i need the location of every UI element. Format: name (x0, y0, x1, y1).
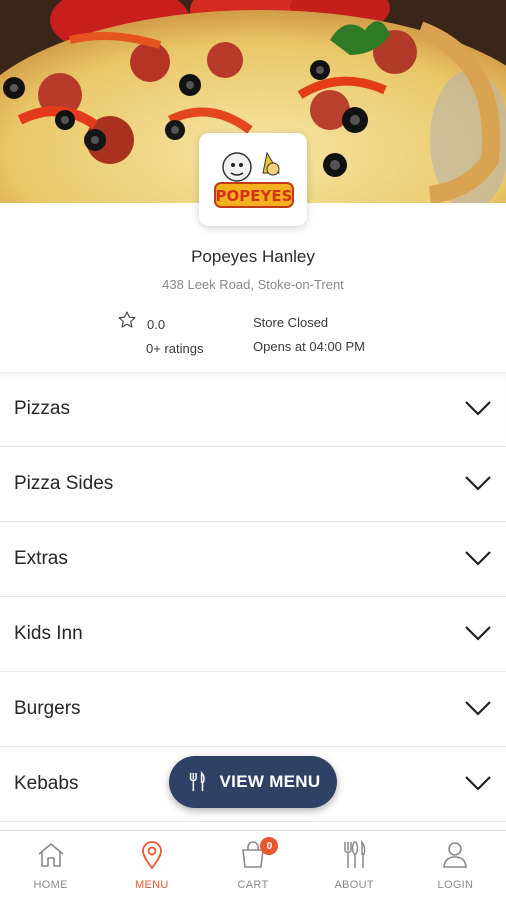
store-name: Popeyes Hanley (191, 247, 315, 266)
svg-text:POPEYES: POPEYES (216, 187, 293, 205)
nav-about[interactable]: ABOUT (304, 831, 405, 900)
nav-menu[interactable]: MENU (101, 831, 202, 900)
cart-badge: 0 (260, 837, 279, 855)
chevron-down-icon (465, 626, 491, 641)
category-row-burgers[interactable]: Burgers (0, 672, 506, 747)
category-label: Extras (14, 548, 68, 569)
store-opening-time: Opens at 04:00 PM (253, 339, 366, 354)
home-icon (38, 843, 64, 867)
chevron-down-icon (465, 551, 491, 566)
fork-knife-icon (189, 771, 205, 792)
category-row-kids-inn[interactable]: Kids Inn (0, 597, 506, 672)
location-pin-icon (141, 841, 162, 870)
category-label: Kebabs (14, 773, 79, 794)
category-row-pizzas[interactable]: Pizzas (0, 372, 506, 447)
star-icon (118, 311, 136, 328)
bottom-nav: HOME MENU 0 CART ABOUT LOGIN (0, 830, 506, 900)
nav-home[interactable]: HOME (0, 831, 101, 900)
chevron-down-icon (465, 701, 491, 716)
nav-label: HOME (33, 879, 68, 891)
category-label: Burgers (14, 698, 81, 719)
nav-label: CART (237, 879, 269, 891)
user-icon (443, 842, 468, 868)
rating-count: 0+ ratings (146, 341, 204, 356)
category-row-pizza-sides[interactable]: Pizza Sides (0, 447, 506, 522)
category-label: Pizzas (14, 398, 70, 419)
category-label: Kids Inn (14, 623, 83, 644)
rating-block: 0.0 0+ ratings (117, 310, 247, 360)
nav-cart[interactable]: 0 CART (202, 831, 303, 900)
category-row-extras[interactable]: Extras (0, 522, 506, 597)
nav-label: MENU (135, 879, 169, 891)
chevron-down-icon (465, 776, 491, 791)
view-menu-label: VIEW MENU (219, 772, 321, 791)
cutlery-icon (344, 839, 366, 868)
popeyes-logo-icon: POPEYES (214, 151, 294, 208)
store-status: Store Closed (253, 315, 329, 330)
chevron-down-icon (465, 401, 491, 416)
category-list: Pizzas Pizza Sides Extras Kids Inn Burge… (0, 372, 506, 822)
store-status-block: Store Closed Opens at 04:00 PM (253, 315, 423, 354)
nav-label: LOGIN (437, 879, 474, 891)
rating-value: 0.0 (147, 317, 166, 332)
nav-login[interactable]: LOGIN (405, 831, 506, 900)
store-address: 438 Leek Road, Stoke-on-Trent (162, 277, 344, 292)
chevron-down-icon (465, 476, 491, 491)
category-label: Pizza Sides (14, 473, 114, 494)
view-menu-button[interactable]: VIEW MENU (169, 756, 337, 808)
nav-label: ABOUT (334, 879, 374, 891)
store-logo: POPEYES (199, 133, 307, 226)
